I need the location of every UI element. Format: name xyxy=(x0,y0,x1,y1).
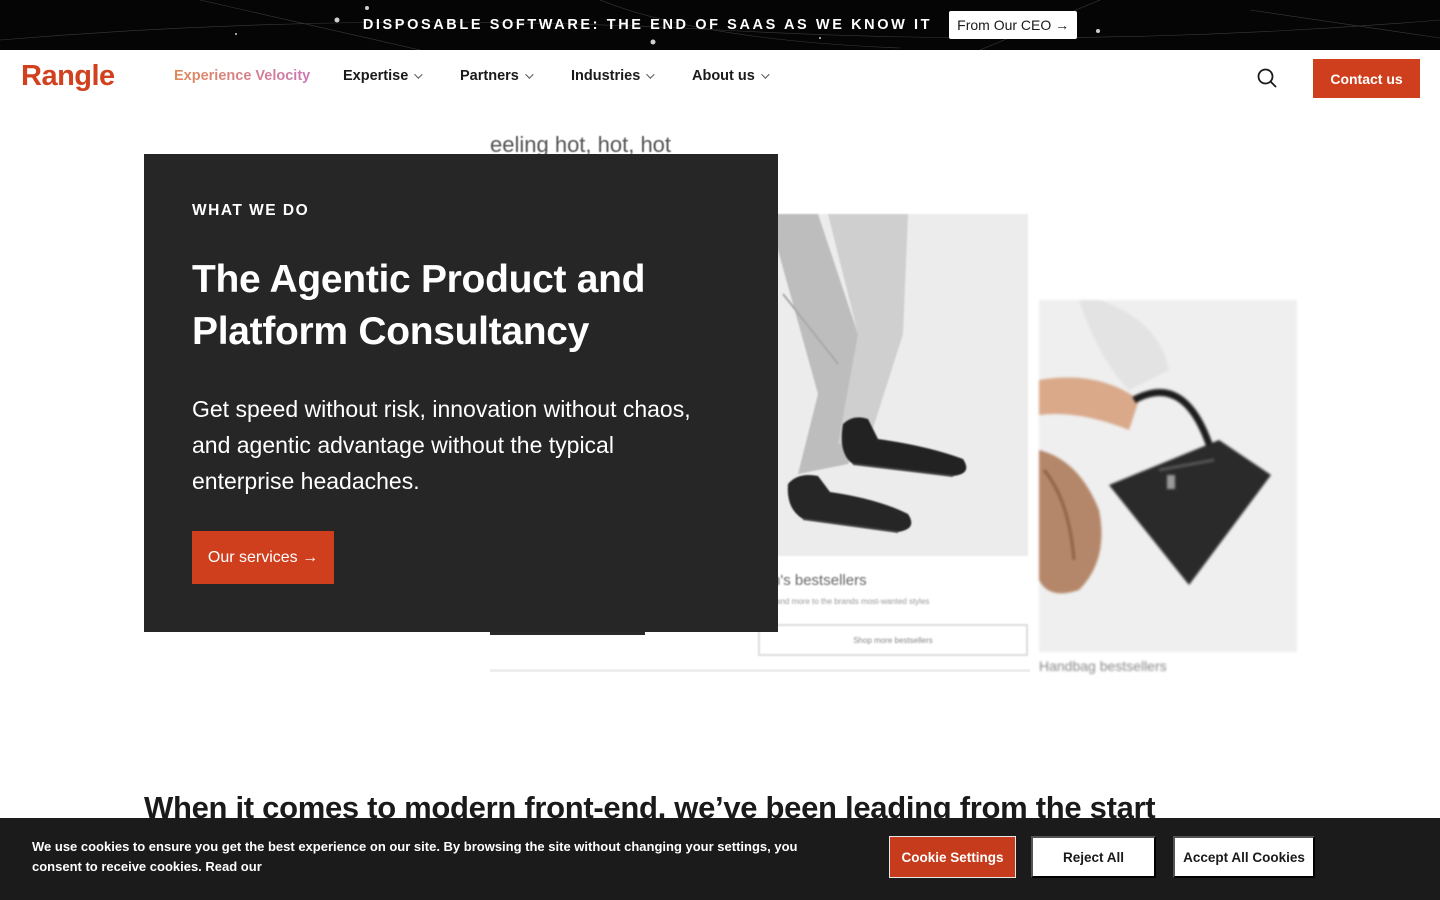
handbag-product-image xyxy=(1039,300,1297,652)
contact-us-button[interactable]: Contact us xyxy=(1313,59,1420,98)
nav-item-label: Industries xyxy=(571,68,641,84)
card-caption: Handbag bestsellers xyxy=(1039,658,1167,674)
nav-item-partners[interactable]: Partners xyxy=(460,68,571,84)
nav-menu: Experience Velocity Expertise Partners I… xyxy=(174,68,792,84)
hero-eyebrow: WHAT WE DO xyxy=(192,202,310,219)
our-services-button[interactable]: Our services → xyxy=(192,531,334,584)
rangle-logo[interactable]: Rangle xyxy=(21,60,115,93)
divider xyxy=(490,669,1030,672)
accept-all-cookies-button[interactable]: Accept All Cookies xyxy=(1173,836,1315,878)
hero-panel: WHAT WE DO The Agentic Product and Platf… xyxy=(144,154,778,632)
nav-item-industries[interactable]: Industries xyxy=(571,68,692,84)
from-our-ceo-button[interactable]: From Our CEO → xyxy=(949,11,1078,39)
nav-item-expertise[interactable]: Expertise xyxy=(343,68,460,84)
chevron-down-icon xyxy=(760,70,770,79)
hero-title: The Agentic Product and Platform Consult… xyxy=(192,258,646,353)
card-caption: n's bestsellers xyxy=(772,572,867,589)
shop-bestsellers-button: Shop more bestsellers xyxy=(758,624,1028,656)
sneakers-product-image xyxy=(758,214,1028,556)
reject-all-button[interactable]: Reject All xyxy=(1031,836,1156,878)
nav-item-experience-velocity[interactable]: Experience Velocity xyxy=(174,68,343,84)
search-icon[interactable] xyxy=(1257,68,1277,88)
hero-subtitle: Get speed without risk, innovation witho… xyxy=(192,396,691,494)
nav-item-about-us[interactable]: About us xyxy=(692,68,792,84)
nav-item-label: Expertise xyxy=(343,68,409,84)
main-navigation: Rangle Experience Velocity Expertise Par… xyxy=(0,50,1440,106)
nav-item-label: Partners xyxy=(460,68,519,84)
chevron-down-icon xyxy=(414,70,423,79)
chevron-down-icon xyxy=(525,70,534,79)
announcement-banner: DISPOSABLE SOFTWARE: THE END OF SAAS AS … xyxy=(0,0,1440,50)
banner-headline: DISPOSABLE SOFTWARE: THE END OF SAAS AS … xyxy=(362,17,933,33)
cookie-message: We use cookies to ensure you get the bes… xyxy=(32,839,798,874)
chevron-down-icon xyxy=(646,70,655,79)
nav-item-label: Experience Velocity xyxy=(174,68,311,84)
cookie-settings-button[interactable]: Cookie Settings xyxy=(889,836,1016,878)
cookie-consent-bar: We use cookies to ensure you get the bes… xyxy=(0,818,1440,900)
card-subcaption: and more to the brands most-wanted style… xyxy=(776,597,930,606)
nav-item-label: About us xyxy=(692,68,755,84)
